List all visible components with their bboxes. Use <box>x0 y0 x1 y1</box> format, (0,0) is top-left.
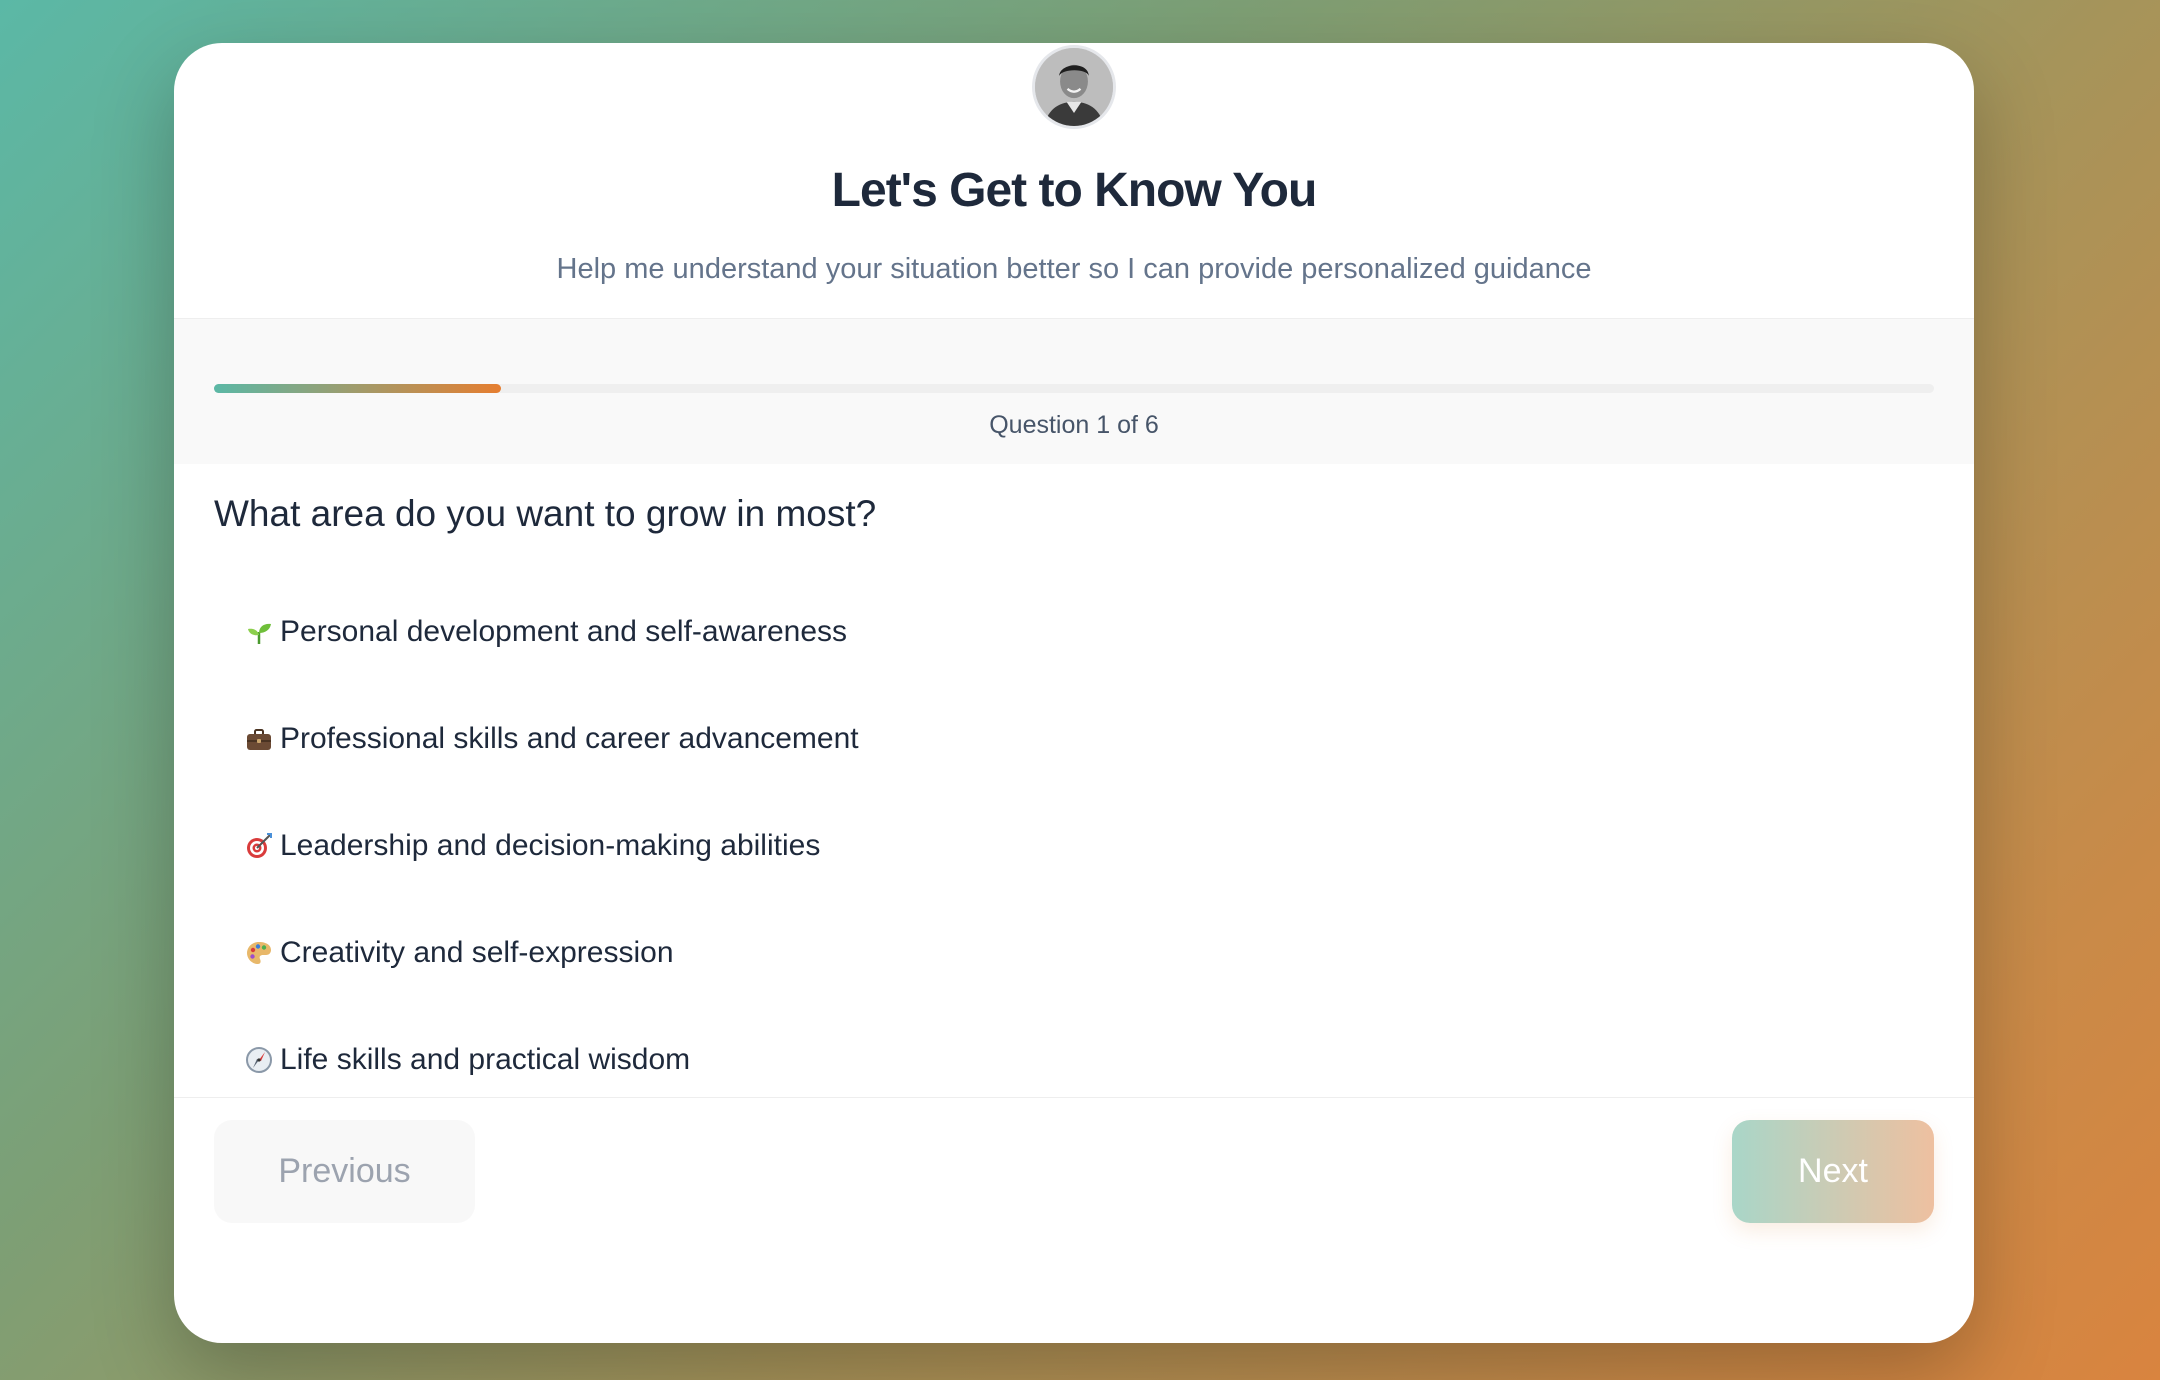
seedling-icon <box>242 615 276 649</box>
navigation-footer: Previous Next <box>174 1097 1974 1257</box>
option-professional-skills[interactable]: Professional skills and career advanceme… <box>214 685 1934 792</box>
page-subtitle: Help me understand your situation better… <box>556 253 1592 285</box>
progress-section: Question 1 of 6 <box>174 318 1974 464</box>
progress-bar-fill <box>214 384 502 393</box>
compass-icon <box>242 1043 276 1077</box>
progress-label: Question 1 of 6 <box>989 411 1159 439</box>
previous-button[interactable]: Previous <box>214 1120 475 1223</box>
question-text: What area do you want to grow in most? <box>214 493 877 534</box>
target-icon <box>242 829 276 863</box>
option-label: Leadership and decision-making abilities <box>280 828 821 862</box>
briefcase-icon <box>242 722 276 756</box>
palette-icon <box>242 936 276 970</box>
option-creativity[interactable]: Creativity and self-expression <box>214 899 1934 1006</box>
option-label: Professional skills and career advanceme… <box>280 721 859 755</box>
option-personal-development[interactable]: Personal development and self-awareness <box>214 578 1934 685</box>
options-list: Personal development and self-awareness … <box>214 578 1934 1113</box>
option-label: Creativity and self-expression <box>280 935 674 969</box>
next-button[interactable]: Next <box>1732 1120 1934 1223</box>
option-leadership[interactable]: Leadership and decision-making abilities <box>214 792 1934 899</box>
progress-bar <box>214 384 1934 393</box>
option-label: Personal development and self-awareness <box>280 614 847 648</box>
onboarding-card: Let's Get to Know You Help me understand… <box>174 43 1974 1343</box>
option-label: Life skills and practical wisdom <box>280 1042 691 1076</box>
avatar-portrait-icon <box>1035 48 1113 126</box>
avatar <box>1032 45 1116 129</box>
page-title: Let's Get to Know You <box>831 164 1318 217</box>
